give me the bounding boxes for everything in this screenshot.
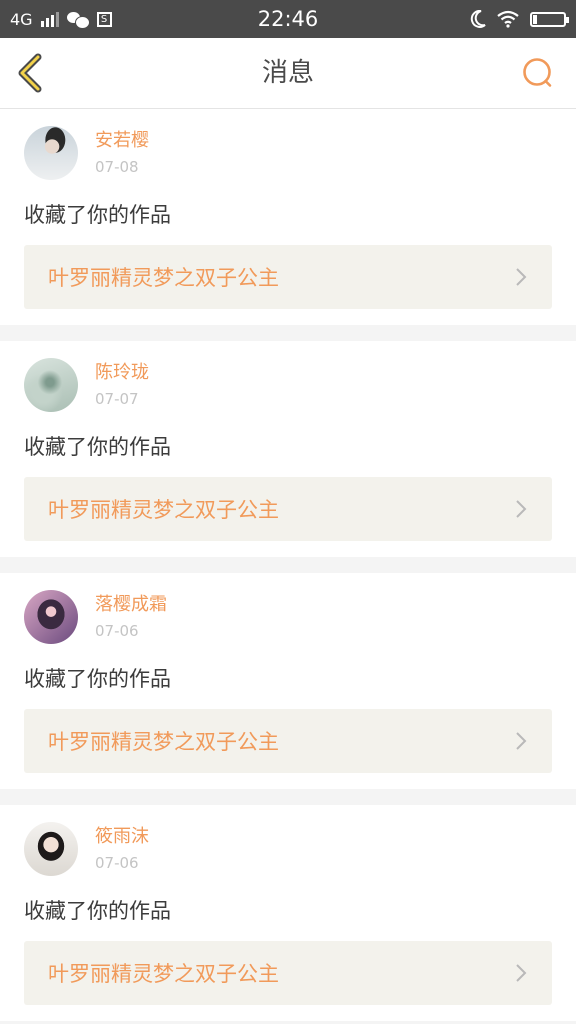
message-action: 收藏了你的作品 (24, 667, 171, 691)
message-meta: 安若樱 07-08 (95, 129, 149, 178)
message-meta: 筱雨沫 07-06 (95, 825, 149, 874)
avatar[interactable] (24, 126, 78, 180)
user-name[interactable]: 安若樱 (95, 129, 149, 153)
search-icon[interactable] (520, 55, 556, 91)
user-name[interactable]: 落樱成霜 (95, 593, 167, 617)
chevron-right-icon (516, 500, 527, 518)
message-date: 07-07 (95, 389, 139, 408)
message-card: 筱雨沫 07-06 收藏了你的作品 叶罗丽精灵梦之双子公主 (0, 805, 576, 1021)
message-card: 安若樱 07-08 收藏了你的作品 叶罗丽精灵梦之双子公主 (0, 109, 576, 325)
status-right (470, 0, 569, 38)
work-title: 叶罗丽精灵梦之双子公主 (48, 962, 279, 986)
message-action: 收藏了你的作品 (24, 899, 171, 923)
page-title: 消息 (261, 58, 314, 88)
chevron-right-icon (516, 964, 527, 982)
work-link[interactable]: 叶罗丽精灵梦之双子公主 (24, 941, 552, 1005)
message-date: 07-06 (95, 621, 139, 640)
status-bar: 4G S 22:46 (0, 0, 576, 38)
work-link[interactable]: 叶罗丽精灵梦之双子公主 (24, 709, 552, 773)
message-action: 收藏了你的作品 (24, 435, 171, 459)
message-header: 陈玲珑 07-07 (24, 357, 552, 413)
message-header: 安若樱 07-08 (24, 125, 552, 181)
chevron-right-icon (516, 732, 527, 750)
work-title: 叶罗丽精灵梦之双子公主 (48, 266, 279, 290)
message-header: 筱雨沫 07-06 (24, 821, 552, 877)
avatar[interactable] (24, 822, 78, 876)
message-action: 收藏了你的作品 (24, 203, 171, 227)
work-title: 叶罗丽精灵梦之双子公主 (48, 730, 279, 754)
message-card: 陈玲珑 07-07 收藏了你的作品 叶罗丽精灵梦之双子公主 (0, 341, 576, 557)
message-list: 安若樱 07-08 收藏了你的作品 叶罗丽精灵梦之双子公主 陈玲珑 07-07 … (0, 109, 576, 1021)
work-link[interactable]: 叶罗丽精灵梦之双子公主 (24, 245, 552, 309)
message-date: 07-08 (95, 157, 139, 176)
avatar[interactable] (24, 358, 78, 412)
message-date: 07-06 (95, 853, 139, 872)
nav-bar: 消息 (0, 38, 576, 109)
user-name[interactable]: 陈玲珑 (95, 361, 149, 385)
work-title: 叶罗丽精灵梦之双子公主 (48, 498, 279, 522)
message-meta: 陈玲珑 07-07 (95, 361, 149, 410)
chevron-right-icon (516, 268, 527, 286)
message-card: 落樱成霜 07-06 收藏了你的作品 叶罗丽精灵梦之双子公主 (0, 573, 576, 789)
wifi-icon (497, 10, 519, 28)
avatar[interactable] (24, 590, 78, 644)
message-header: 落樱成霜 07-06 (24, 589, 552, 645)
battery-icon (530, 11, 569, 27)
user-name[interactable]: 筱雨沫 (95, 825, 149, 849)
work-link[interactable]: 叶罗丽精灵梦之双子公主 (24, 477, 552, 541)
message-meta: 落樱成霜 07-06 (95, 593, 167, 642)
moon-icon (470, 10, 486, 28)
